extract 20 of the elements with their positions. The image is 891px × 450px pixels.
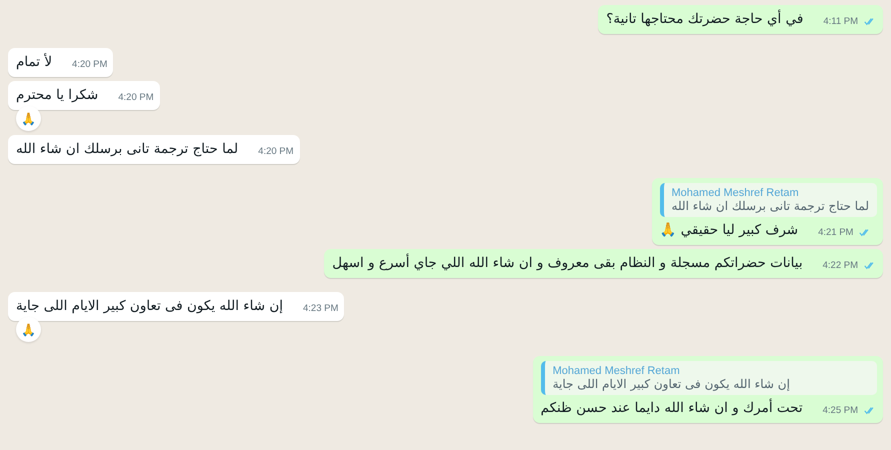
quote-author: Mohamed Meshref Retam — [552, 365, 681, 377]
message-text: شكرا يا محترم — [16, 86, 100, 105]
quote-author: Mohamed Meshref Retam — [672, 187, 800, 199]
message-text: في أي حاجة حضرتك محتاجها تانية؟ — [606, 10, 804, 29]
message-text: لأ تمام — [16, 53, 54, 72]
quote-text: إن شاء الله يكون فى تعاون كبير الايام اللى جاية — [552, 377, 791, 391]
message-text: شرف كبير ليا حقيقي 🙏 — [660, 221, 800, 240]
message-text: إن شاء الله يكون فى تعاون كبير الايام اللى جاية — [16, 297, 284, 316]
message-text: تحت أمرك و ان شاء الله دايما عند حسن ظنكم — [540, 399, 804, 418]
message-time: 4:22 PM — [822, 259, 858, 273]
message-time: 4:20 PM — [72, 58, 108, 72]
message-text: لما حتاج ترجمة تانى برسلك ان شاء الله — [16, 140, 240, 159]
message-time: 4:11 PM — [823, 15, 858, 29]
message-time: 4:21 PM — [818, 226, 854, 240]
message-text: بيانات حضراتكم مسجلة و النظام بقى معروف و ان شاء الله اللي جاي أسرع و اسهل — [332, 254, 804, 273]
message-time: 4:20 PM — [258, 145, 294, 159]
message-time: 4:25 PM — [822, 404, 858, 418]
quote-text: لما حتاج ترجمة تانى برسلك ان شاء الله — [672, 199, 869, 213]
message-time: 4:23 PM — [303, 302, 338, 316]
message-time: 4:20 PM — [118, 91, 154, 105]
